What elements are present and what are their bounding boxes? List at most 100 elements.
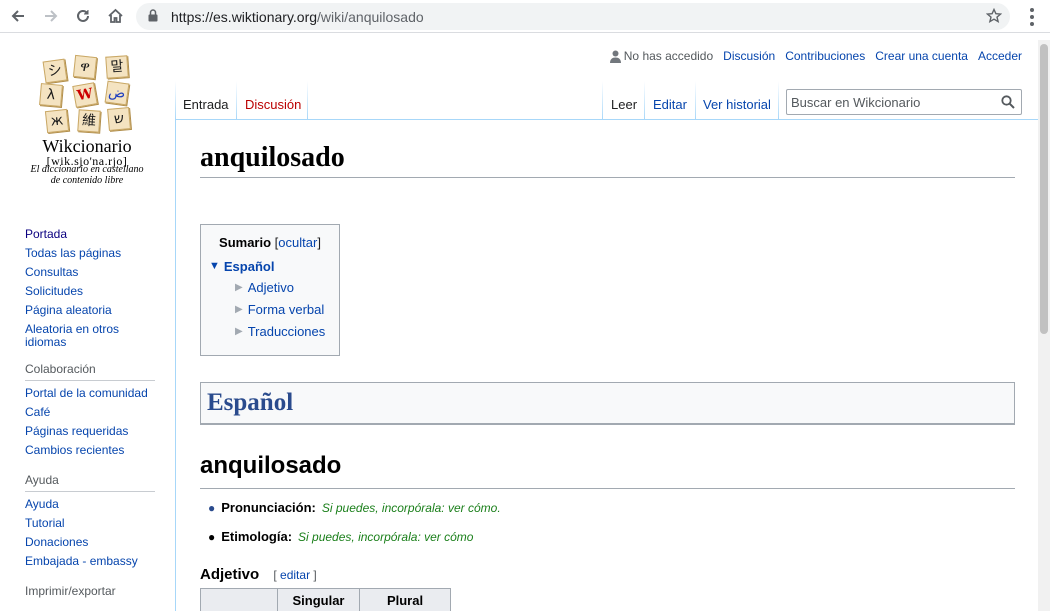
pos-heading: Adjetivo [ editar ] — [200, 566, 317, 583]
sidebar-item-tutorial[interactable]: Tutorial — [25, 514, 155, 533]
logo-tile: ዋ — [72, 54, 98, 80]
toc-toggle[interactable]: [ocultar] — [275, 235, 321, 250]
pronunciation-item: ● Pronunciación: Si puedes, incorpórala:… — [208, 500, 501, 515]
etymology-note-text: Si puedes, incorpórala: — [298, 530, 421, 544]
tab-ver-historial[interactable]: Ver historial — [696, 81, 778, 120]
logo-subtitle: de contenido libre — [22, 175, 152, 186]
sidebar-item-recent-changes[interactable]: Cambios recientes — [25, 441, 155, 460]
toc-item-label: Adjetivo — [247, 280, 294, 295]
sidebar: Portada Todas las páginas Consultas Soli… — [25, 225, 155, 605]
logo-tile: 말 — [105, 55, 129, 79]
toc-item-label: Traducciones — [247, 324, 326, 339]
language-heading: Español — [207, 389, 294, 416]
table-header-cell: Plural — [359, 588, 451, 611]
toc-title: Sumario [ocultar] — [209, 235, 331, 250]
url-path: /wiki/anquilosado — [317, 9, 424, 25]
triangle-down-icon: ▼ — [209, 260, 220, 272]
tab-separator — [307, 81, 308, 120]
url-host: https://es.wiktionary.org — [171, 9, 318, 25]
sidebar-heading-print: Imprimir/exportar — [25, 584, 116, 598]
language-section-header: Español — [200, 382, 1015, 425]
site-logo[interactable]: シ ዋ 말 λ W ض ж 維 ש Wikcionario [wik.sjo'n… — [22, 52, 152, 192]
pronunciation-help-link[interactable]: ver cómo. — [448, 501, 501, 515]
inflection-table: Singular Plural — [200, 588, 451, 611]
home-button[interactable] — [102, 4, 128, 28]
contributions-link[interactable]: Contribuciones — [785, 49, 865, 63]
tab-separator — [778, 81, 779, 120]
pos-heading-label: Adjetivo — [200, 566, 260, 583]
sidebar-item-random-other-lang[interactable]: Aleatoria en otros idiomas — [25, 323, 155, 349]
browser-menu-icon[interactable] — [1022, 6, 1042, 28]
toc-item-adjetivo[interactable]: ▶ Adjetivo — [235, 280, 331, 296]
table-header-row: Singular Plural — [200, 588, 451, 611]
user-icon — [609, 50, 621, 63]
sidebar-item-embassy[interactable]: Embajada - embassy — [25, 552, 155, 571]
talk-link[interactable]: Discusión — [723, 49, 775, 63]
sidebar-item-donations[interactable]: Donaciones — [25, 533, 155, 552]
sidebar-heading-help: Ayuda — [25, 472, 155, 492]
etymology-item: ● Etimología: Si puedes, incorpórala: ve… — [208, 529, 473, 544]
logo-tile: ש — [107, 107, 131, 131]
tab-editar-label: Editar — [653, 97, 687, 112]
table-header-cell — [200, 588, 278, 611]
reload-icon — [77, 9, 89, 22]
sidebar-item-community-portal[interactable]: Portal de la comunidad — [25, 384, 155, 403]
anon-user: No has accedido — [609, 49, 714, 63]
etymology-note: Si puedes, incorpórala: ver cómo — [298, 530, 473, 544]
logo-subtitle-line1: El diccionario en castellano — [30, 164, 144, 175]
sidebar-item-consultas[interactable]: Consultas — [25, 263, 155, 282]
logo-tile: ж — [44, 108, 70, 134]
tab-entrada[interactable]: Entrada — [176, 81, 236, 120]
arrow-left-icon — [11, 10, 24, 22]
toc-title-label: Sumario — [219, 235, 272, 250]
toc-item-espanol[interactable]: ▼ Español — [209, 259, 331, 274]
edit-close: ] — [313, 568, 317, 582]
create-account-link[interactable]: Crear una cuenta — [875, 49, 968, 63]
etymology-help-link[interactable]: ver cómo — [424, 530, 473, 544]
anon-label: No has accedido — [623, 49, 714, 63]
sidebar-item-all-pages[interactable]: Todas las páginas — [25, 244, 155, 263]
table-of-contents: Sumario [ocultar] ▼ Español ▶ Adjetivo ▶ Fo… — [200, 224, 340, 356]
tab-editar[interactable]: Editar — [645, 81, 695, 120]
logo-subtitle: El diccionario en castellano — [22, 164, 152, 175]
tab-discusion-label: Discusión — [245, 97, 302, 112]
tab-entrada-label: Entrada — [183, 97, 229, 112]
sidebar-item-portada[interactable]: Portada — [25, 225, 155, 244]
home-icon — [107, 8, 123, 23]
logo-tiles: シ ዋ 말 λ W ض ж 維 ש — [36, 52, 136, 136]
toc-toggle-link[interactable]: ocultar — [278, 235, 317, 250]
sidebar-item-solicitudes[interactable]: Solicitudes — [25, 282, 155, 301]
sidebar-item-random[interactable]: Página aleatoria — [25, 301, 155, 320]
toc-item-label: Español — [223, 259, 275, 274]
login-link[interactable]: Acceder — [978, 49, 1022, 63]
scrollbar-thumb[interactable] — [1040, 44, 1048, 334]
search-input[interactable] — [791, 94, 991, 110]
tab-leer[interactable]: Leer — [603, 81, 644, 120]
sidebar-item-wanted-pages[interactable]: Páginas requeridas — [25, 422, 155, 441]
personal-tools: No has accedido Discusión Contribuciones… — [609, 49, 1022, 63]
triangle-right-icon: ▶ — [235, 304, 243, 315]
back-button[interactable] — [5, 4, 31, 28]
logo-tile: 維 — [77, 109, 101, 133]
logo-tile: ض — [104, 80, 130, 106]
address-bar[interactable]: https://es.wiktionary.org/wiki/anquilosa… — [136, 3, 1010, 30]
toc-item-forma-verbal[interactable]: ▶ Forma verbal — [235, 302, 331, 318]
forward-button[interactable] — [38, 4, 64, 28]
bookmark-star-icon[interactable] — [986, 8, 1002, 24]
sidebar-item-cafe[interactable]: Café — [25, 403, 155, 422]
search-icon[interactable] — [1001, 95, 1015, 109]
toc-item-traducciones[interactable]: ▶ Traducciones — [235, 324, 331, 340]
page-scrollbar[interactable] — [1038, 40, 1050, 611]
sidebar-item-help[interactable]: Ayuda — [25, 495, 155, 514]
triangle-right-icon: ▶ — [235, 282, 243, 293]
tab-leer-label: Leer — [611, 97, 638, 112]
word-heading: anquilosado — [200, 450, 1015, 489]
tab-discusion[interactable]: Discusión — [237, 81, 307, 120]
triangle-right-icon: ▶ — [235, 326, 243, 337]
section-edit-link[interactable]: editar — [280, 568, 310, 582]
sidebar-heading-collab: Colaboración — [25, 361, 155, 381]
pronunciation-note: Si puedes, incorpórala: ver cómo. — [322, 501, 501, 515]
browser-toolbar: https://es.wiktionary.org/wiki/anquilosa… — [0, 0, 1050, 33]
reload-button[interactable] — [70, 4, 96, 28]
search-box — [786, 89, 1022, 115]
